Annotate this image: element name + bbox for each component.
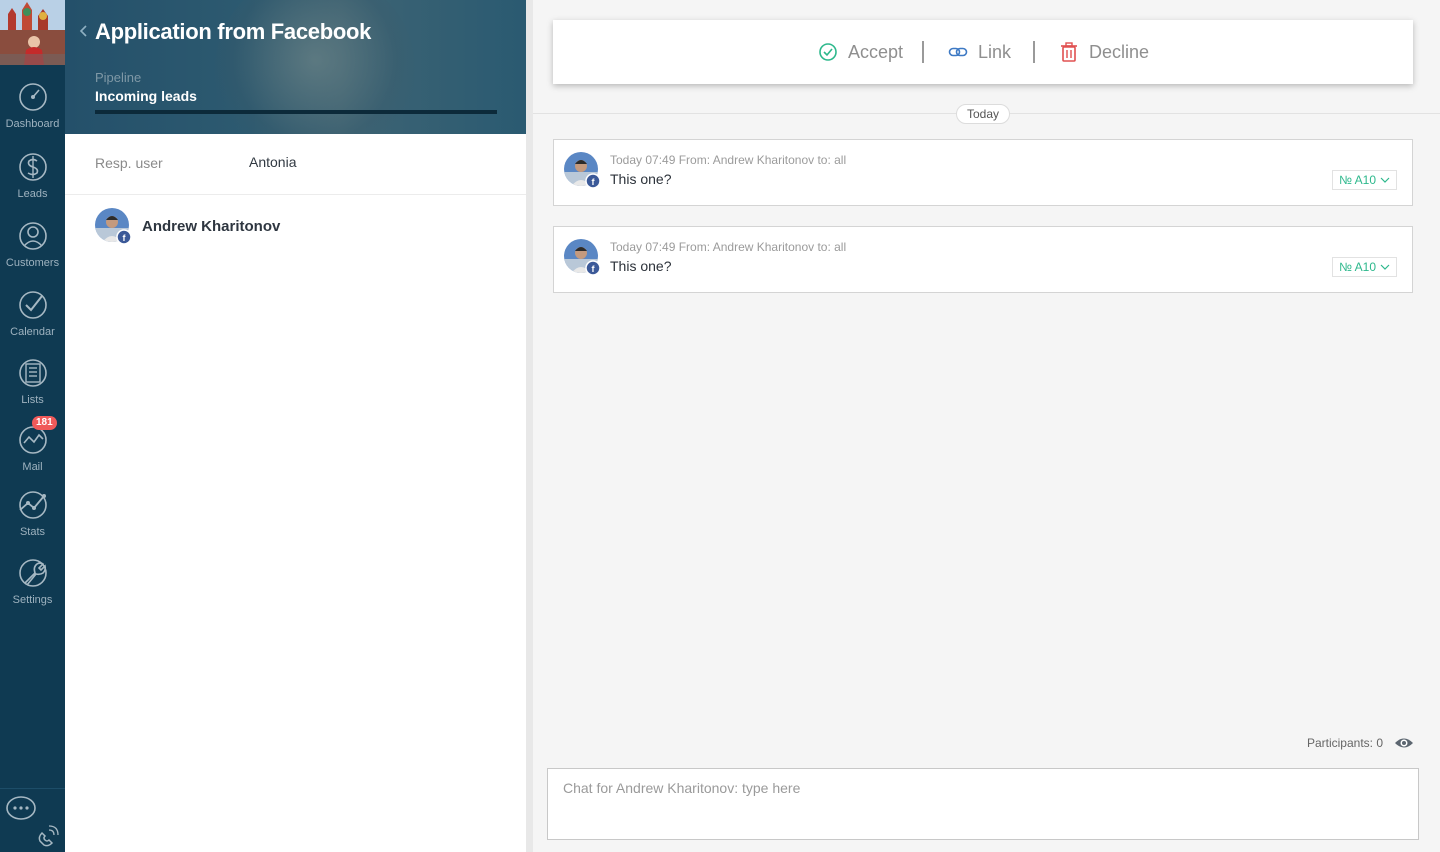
accept-label: Accept: [848, 41, 904, 62]
message-tag-dropdown[interactable]: № A10: [1332, 257, 1397, 277]
nav-bottom: [0, 788, 65, 852]
contact-name[interactable]: Andrew Kharitonov: [142, 218, 280, 235]
nav-label: Dashboard: [5, 118, 60, 130]
message-tag-label: № A10: [1339, 260, 1376, 274]
message-avatar: f: [564, 239, 600, 275]
nav-dashboard[interactable]: Dashboard: [0, 80, 65, 142]
link-button[interactable]: Link: [948, 40, 1011, 64]
nav-label: Mail: [22, 461, 43, 473]
chat-box: [547, 768, 1419, 840]
feed-message: f Today 07:49 From: Andrew Kharitonov to…: [553, 226, 1413, 293]
message-meta: Today 07:49 From: Andrew Kharitonov to: …: [610, 240, 847, 254]
decline-button[interactable]: Decline: [1059, 40, 1149, 64]
responsible-user-row: Resp. user Antonia: [65, 134, 526, 195]
trash-icon: [1061, 42, 1077, 62]
accept-button[interactable]: Accept: [818, 40, 903, 64]
phone-icon[interactable]: [34, 821, 62, 849]
nav-label: Stats: [19, 526, 46, 538]
message-tag-dropdown[interactable]: № A10: [1332, 170, 1397, 190]
message-avatar: f: [564, 152, 600, 188]
mail-badge: 181: [32, 416, 57, 430]
nav-customers[interactable]: Customers: [0, 219, 65, 281]
list-icon: [18, 359, 47, 387]
message-text: This one?: [610, 258, 672, 274]
chevron-down-icon: [1380, 264, 1390, 270]
link-label: Link: [978, 41, 1012, 62]
resp-user-value[interactable]: Antonia: [249, 154, 296, 170]
action-separator: [1033, 41, 1035, 63]
participants-count: Participants: 0: [1306, 736, 1383, 750]
action-bar: Accept Link Decline: [553, 20, 1413, 84]
pipeline-label: Pipeline: [95, 70, 142, 85]
pipeline-value[interactable]: Incoming leads: [95, 88, 197, 104]
link-icon: [948, 47, 968, 57]
pipeline-progress-bar: [95, 110, 497, 114]
nav-stats[interactable]: Stats: [0, 488, 65, 550]
check-icon: [18, 291, 47, 319]
nav-label: Customers: [5, 257, 60, 269]
nav-lists[interactable]: Lists: [0, 356, 65, 418]
nav-label: Calendar: [10, 326, 55, 338]
message-meta: Today 07:49 From: Andrew Kharitonov to: …: [610, 153, 847, 167]
chat-input[interactable]: [548, 769, 1418, 839]
back-arrow-icon[interactable]: [75, 22, 93, 40]
stats-icon: [18, 491, 47, 519]
nav-calendar[interactable]: Calendar: [0, 288, 65, 350]
decline-label: Decline: [1089, 41, 1150, 62]
nav-label: Settings: [12, 594, 53, 606]
feed-panel: Accept Link Decline Today f Today 07:49 …: [533, 0, 1440, 852]
customers-icon: [18, 222, 47, 250]
nav-label: Leads: [17, 188, 48, 200]
contact-avatar: f: [95, 208, 131, 244]
accept-check-icon: [819, 43, 837, 61]
wrench-icon: [18, 559, 47, 587]
user-avatar[interactable]: [0, 0, 65, 65]
message-tag-label: № A10: [1339, 173, 1376, 187]
chevron-down-icon: [1380, 177, 1390, 183]
contact-row[interactable]: f Andrew Kharitonov: [65, 196, 526, 256]
feed-message: f Today 07:49 From: Andrew Kharitonov to…: [553, 139, 1413, 206]
action-separator: [922, 41, 924, 63]
day-label: Today: [956, 104, 1011, 124]
panel-divider: [526, 0, 533, 852]
dashboard-icon: [18, 83, 47, 111]
lead-header: Application from Facebook Pipeline Incom…: [65, 0, 526, 134]
message-text: This one?: [610, 171, 672, 187]
chat-icon[interactable]: [5, 795, 37, 823]
dollar-icon: [18, 153, 47, 181]
nav-settings[interactable]: Settings: [0, 556, 65, 618]
nav-label: Lists: [21, 394, 44, 406]
nav-mail[interactable]: 181 Mail: [0, 416, 65, 485]
eye-icon[interactable]: [1394, 735, 1414, 751]
lead-panel: Application from Facebook Pipeline Incom…: [65, 0, 526, 852]
nav-leads[interactable]: Leads: [0, 150, 65, 212]
resp-user-label: Resp. user: [95, 155, 163, 171]
lead-title[interactable]: Application from Facebook: [95, 19, 371, 45]
left-nav: Dashboard Leads Customers Calendar Lists…: [0, 0, 65, 852]
